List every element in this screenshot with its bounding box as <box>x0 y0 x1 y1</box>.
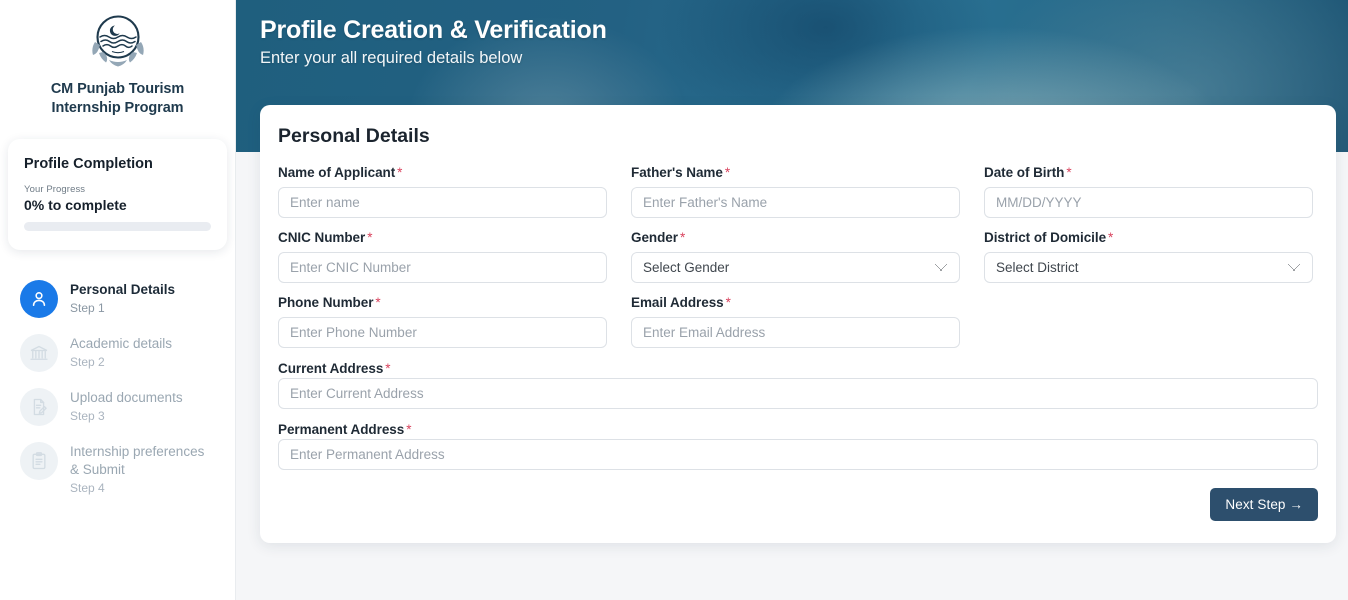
progress-bar-track <box>24 222 211 232</box>
form-row-1: Name of Applicant* Father's Name* Date o… <box>278 165 1318 218</box>
sidebar-item-internship-preferences[interactable]: Internship preferences & Submit Step 4 <box>12 434 223 503</box>
required-marker: * <box>385 361 391 376</box>
required-marker: * <box>1066 165 1072 180</box>
label-gender: Gender * <box>631 230 960 245</box>
email-input[interactable] <box>631 317 960 348</box>
required-marker: * <box>1108 230 1114 245</box>
sidebar-item-step: Step 1 <box>70 301 105 316</box>
field-name-of-applicant: Name of Applicant * <box>278 165 607 218</box>
sidebar-item-upload-documents[interactable]: Upload documents Step 3 <box>12 380 223 434</box>
label-text: CNIC Number <box>278 230 366 245</box>
current-address-input[interactable] <box>278 378 1318 409</box>
sidebar-item-academic-details[interactable]: Academic details Step 2 <box>12 326 223 380</box>
cnic-input[interactable] <box>278 252 607 283</box>
form-row-current-address: Current Address * <box>278 360 1318 409</box>
steps-nav: Personal Details Step 1 Academic details… <box>0 272 235 503</box>
sidebar-item-personal-details[interactable]: Personal Details Step 1 <box>12 272 223 326</box>
main-content: Profile Creation & Verification Enter yo… <box>236 0 1348 600</box>
brand: CM Punjab Tourism Internship Program <box>0 10 235 117</box>
header-text: Profile Creation & Verification Enter yo… <box>236 0 1348 68</box>
next-step-button[interactable]: Next Step → <box>1210 488 1318 521</box>
brand-title: CM Punjab Tourism Internship Program <box>16 80 219 117</box>
step-text: Upload documents Step 3 <box>70 388 183 423</box>
required-marker: * <box>397 165 403 180</box>
label-district-of-domicile: District of Domicile * <box>984 230 1313 245</box>
field-email-address: Email Address * <box>631 295 960 348</box>
sidebar-item-label: Personal Details <box>70 282 176 298</box>
required-marker: * <box>725 295 731 310</box>
step-text: Internship preferences & Submit Step 4 <box>70 442 215 495</box>
field-phone-number: Phone Number * <box>278 295 607 348</box>
form-row-permanent-address: Permanent Address * <box>278 421 1318 470</box>
required-marker: * <box>679 230 686 245</box>
clipboard-icon <box>20 442 58 481</box>
label-text: Gender <box>631 230 678 245</box>
label-text: Permanent Address <box>278 422 405 437</box>
field-cnic-number: CNIC Number * <box>278 230 607 283</box>
gender-select[interactable]: Select Gender <box>631 252 960 283</box>
permanent-address-input[interactable] <box>278 439 1318 470</box>
sidebar-item-label: Internship preferences & Submit <box>70 444 205 478</box>
required-marker: * <box>367 230 373 245</box>
label-current-address: Current Address * <box>278 361 391 376</box>
field-district-of-domicile: District of Domicile * Select District <box>984 230 1313 283</box>
university-icon <box>20 334 58 373</box>
section-title: Personal Details <box>278 125 430 147</box>
label-phone-number: Phone Number * <box>278 295 607 310</box>
label-text: Name of Applicant <box>278 165 396 180</box>
label-fathers-name: Father's Name * <box>631 165 960 180</box>
name-input[interactable] <box>278 187 607 218</box>
label-permanent-address: Permanent Address * <box>278 422 411 437</box>
label-date-of-birth: Date of Birth * <box>984 165 1313 180</box>
required-marker: * <box>724 165 731 180</box>
page-title: Profile Creation & Verification <box>260 16 607 44</box>
sidebar-item-label: Upload documents <box>70 390 183 406</box>
progress-status: 0% to complete <box>24 197 127 214</box>
label-text: Phone Number <box>278 295 374 310</box>
form-actions: Next Step → <box>278 488 1318 521</box>
personal-details-card: Personal Details Name of Applicant* Fath… <box>260 105 1336 543</box>
phone-input[interactable] <box>278 317 607 348</box>
page-root: CM Punjab Tourism Internship Program Pro… <box>0 0 1348 600</box>
brand-line-1: CM Punjab Tourism <box>50 81 185 97</box>
profile-completion-card: Profile Completion Your Progress 0% to c… <box>8 139 227 251</box>
sidebar-item-label: Academic details <box>70 336 173 352</box>
required-marker: * <box>375 295 381 310</box>
personal-details-form: Name of Applicant* Father's Name* Date o… <box>278 165 1318 521</box>
sidebar-item-step: Step 2 <box>70 355 105 370</box>
form-row-2: CNIC Number* Gender* Select Gender <box>278 230 1318 283</box>
field-fathers-name: Father's Name * <box>631 165 960 218</box>
label-text: District of Domicile <box>984 230 1107 245</box>
label-text: Father's Name <box>631 165 723 180</box>
date-of-birth-input[interactable] <box>984 187 1313 218</box>
document-edit-icon <box>20 388 58 427</box>
sidebar: CM Punjab Tourism Internship Program Pro… <box>0 0 236 600</box>
page-subtitle: Enter your all required details below <box>260 49 523 67</box>
progress-subtitle: Your Progress <box>24 184 86 196</box>
label-name-of-applicant: Name of Applicant * <box>278 165 607 180</box>
step-text: Academic details Step 2 <box>70 334 172 369</box>
sidebar-item-step: Step 3 <box>70 409 105 424</box>
profile-completion-title: Profile Completion <box>24 156 153 173</box>
brand-line-2: Internship Program <box>51 99 184 116</box>
label-cnic-number: CNIC Number * <box>278 230 607 245</box>
field-date-of-birth: Date of Birth * <box>984 165 1313 218</box>
required-marker: * <box>406 422 412 437</box>
field-spacer <box>984 295 1313 348</box>
step-text: Personal Details Step 1 <box>70 280 175 315</box>
punjab-govt-crest-icon <box>91 15 144 67</box>
label-text: Email Address <box>631 295 724 310</box>
fathers-name-input[interactable] <box>631 187 960 218</box>
district-select[interactable]: Select District <box>984 252 1313 283</box>
label-text: Current Address <box>278 361 384 376</box>
field-gender: Gender * Select Gender <box>631 230 960 283</box>
user-icon <box>20 280 58 319</box>
form-row-3: Phone Number* Email Address* <box>278 295 1318 348</box>
label-email-address: Email Address * <box>631 295 960 310</box>
sidebar-item-step: Step 4 <box>70 481 105 496</box>
label-text: Date of Birth <box>984 165 1065 180</box>
